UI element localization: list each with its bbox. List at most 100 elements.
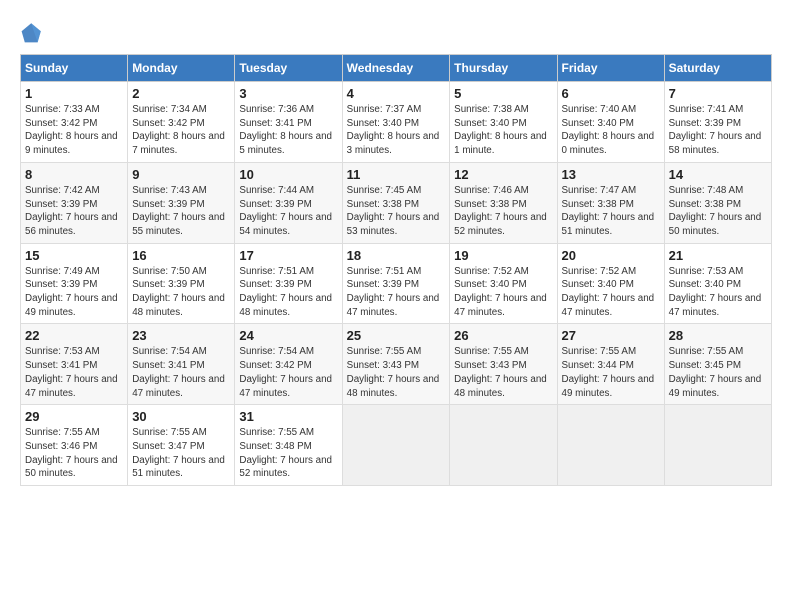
day-cell: 27 Sunrise: 7:55 AMSunset: 3:44 PMDaylig… bbox=[557, 324, 664, 405]
day-detail: Sunrise: 7:53 AMSunset: 3:41 PMDaylight:… bbox=[25, 346, 118, 398]
day-number: 28 bbox=[669, 328, 767, 343]
day-cell: 12 Sunrise: 7:46 AMSunset: 3:38 PMDaylig… bbox=[450, 162, 557, 243]
day-detail: Sunrise: 7:33 AMSunset: 3:42 PMDaylight:… bbox=[25, 104, 118, 156]
day-detail: Sunrise: 7:42 AMSunset: 3:39 PMDaylight:… bbox=[25, 185, 118, 237]
day-cell: 31 Sunrise: 7:55 AMSunset: 3:48 PMDaylig… bbox=[235, 405, 342, 486]
column-header-monday: Monday bbox=[128, 55, 235, 82]
day-detail: Sunrise: 7:36 AMSunset: 3:41 PMDaylight:… bbox=[239, 104, 332, 156]
week-row: 15 Sunrise: 7:49 AMSunset: 3:39 PMDaylig… bbox=[21, 243, 772, 324]
day-detail: Sunrise: 7:43 AMSunset: 3:39 PMDaylight:… bbox=[132, 185, 225, 237]
day-number: 18 bbox=[347, 248, 446, 263]
day-detail: Sunrise: 7:37 AMSunset: 3:40 PMDaylight:… bbox=[347, 104, 440, 156]
day-number: 27 bbox=[562, 328, 660, 343]
day-cell bbox=[664, 405, 771, 486]
day-detail: Sunrise: 7:52 AMSunset: 3:40 PMDaylight:… bbox=[454, 266, 547, 318]
day-number: 14 bbox=[669, 167, 767, 182]
day-detail: Sunrise: 7:45 AMSunset: 3:38 PMDaylight:… bbox=[347, 185, 440, 237]
column-header-wednesday: Wednesday bbox=[342, 55, 450, 82]
day-cell: 10 Sunrise: 7:44 AMSunset: 3:39 PMDaylig… bbox=[235, 162, 342, 243]
day-detail: Sunrise: 7:47 AMSunset: 3:38 PMDaylight:… bbox=[562, 185, 655, 237]
day-cell: 30 Sunrise: 7:55 AMSunset: 3:47 PMDaylig… bbox=[128, 405, 235, 486]
day-number: 12 bbox=[454, 167, 552, 182]
day-cell: 9 Sunrise: 7:43 AMSunset: 3:39 PMDayligh… bbox=[128, 162, 235, 243]
day-cell: 24 Sunrise: 7:54 AMSunset: 3:42 PMDaylig… bbox=[235, 324, 342, 405]
day-number: 20 bbox=[562, 248, 660, 263]
header-row: SundayMondayTuesdayWednesdayThursdayFrid… bbox=[21, 55, 772, 82]
day-detail: Sunrise: 7:54 AMSunset: 3:41 PMDaylight:… bbox=[132, 346, 225, 398]
day-detail: Sunrise: 7:55 AMSunset: 3:46 PMDaylight:… bbox=[25, 427, 118, 479]
logo bbox=[20, 20, 48, 44]
day-number: 3 bbox=[239, 86, 337, 101]
day-detail: Sunrise: 7:44 AMSunset: 3:39 PMDaylight:… bbox=[239, 185, 332, 237]
day-cell: 25 Sunrise: 7:55 AMSunset: 3:43 PMDaylig… bbox=[342, 324, 450, 405]
day-number: 17 bbox=[239, 248, 337, 263]
day-cell: 13 Sunrise: 7:47 AMSunset: 3:38 PMDaylig… bbox=[557, 162, 664, 243]
day-number: 21 bbox=[669, 248, 767, 263]
day-detail: Sunrise: 7:55 AMSunset: 3:43 PMDaylight:… bbox=[454, 346, 547, 398]
logo-icon bbox=[20, 20, 44, 44]
day-detail: Sunrise: 7:40 AMSunset: 3:40 PMDaylight:… bbox=[562, 104, 655, 156]
day-detail: Sunrise: 7:51 AMSunset: 3:39 PMDaylight:… bbox=[239, 266, 332, 318]
day-detail: Sunrise: 7:55 AMSunset: 3:48 PMDaylight:… bbox=[239, 427, 332, 479]
week-row: 1 Sunrise: 7:33 AMSunset: 3:42 PMDayligh… bbox=[21, 82, 772, 163]
day-number: 25 bbox=[347, 328, 446, 343]
day-cell: 21 Sunrise: 7:53 AMSunset: 3:40 PMDaylig… bbox=[664, 243, 771, 324]
day-cell: 18 Sunrise: 7:51 AMSunset: 3:39 PMDaylig… bbox=[342, 243, 450, 324]
day-number: 11 bbox=[347, 167, 446, 182]
day-detail: Sunrise: 7:46 AMSunset: 3:38 PMDaylight:… bbox=[454, 185, 547, 237]
day-detail: Sunrise: 7:54 AMSunset: 3:42 PMDaylight:… bbox=[239, 346, 332, 398]
day-number: 5 bbox=[454, 86, 552, 101]
day-number: 4 bbox=[347, 86, 446, 101]
day-cell: 1 Sunrise: 7:33 AMSunset: 3:42 PMDayligh… bbox=[21, 82, 128, 163]
day-cell: 2 Sunrise: 7:34 AMSunset: 3:42 PMDayligh… bbox=[128, 82, 235, 163]
day-number: 9 bbox=[132, 167, 230, 182]
day-number: 23 bbox=[132, 328, 230, 343]
day-cell: 14 Sunrise: 7:48 AMSunset: 3:38 PMDaylig… bbox=[664, 162, 771, 243]
day-detail: Sunrise: 7:52 AMSunset: 3:40 PMDaylight:… bbox=[562, 266, 655, 318]
day-cell: 26 Sunrise: 7:55 AMSunset: 3:43 PMDaylig… bbox=[450, 324, 557, 405]
day-detail: Sunrise: 7:53 AMSunset: 3:40 PMDaylight:… bbox=[669, 266, 762, 318]
day-detail: Sunrise: 7:34 AMSunset: 3:42 PMDaylight:… bbox=[132, 104, 225, 156]
day-cell: 22 Sunrise: 7:53 AMSunset: 3:41 PMDaylig… bbox=[21, 324, 128, 405]
day-detail: Sunrise: 7:38 AMSunset: 3:40 PMDaylight:… bbox=[454, 104, 547, 156]
calendar-body: 1 Sunrise: 7:33 AMSunset: 3:42 PMDayligh… bbox=[21, 82, 772, 486]
week-row: 29 Sunrise: 7:55 AMSunset: 3:46 PMDaylig… bbox=[21, 405, 772, 486]
day-number: 26 bbox=[454, 328, 552, 343]
day-cell: 11 Sunrise: 7:45 AMSunset: 3:38 PMDaylig… bbox=[342, 162, 450, 243]
day-cell: 19 Sunrise: 7:52 AMSunset: 3:40 PMDaylig… bbox=[450, 243, 557, 324]
day-detail: Sunrise: 7:49 AMSunset: 3:39 PMDaylight:… bbox=[25, 266, 118, 318]
day-cell: 16 Sunrise: 7:50 AMSunset: 3:39 PMDaylig… bbox=[128, 243, 235, 324]
column-header-sunday: Sunday bbox=[21, 55, 128, 82]
day-number: 2 bbox=[132, 86, 230, 101]
day-cell: 5 Sunrise: 7:38 AMSunset: 3:40 PMDayligh… bbox=[450, 82, 557, 163]
day-number: 22 bbox=[25, 328, 123, 343]
column-header-saturday: Saturday bbox=[664, 55, 771, 82]
day-number: 10 bbox=[239, 167, 337, 182]
day-number: 29 bbox=[25, 409, 123, 424]
day-cell: 8 Sunrise: 7:42 AMSunset: 3:39 PMDayligh… bbox=[21, 162, 128, 243]
week-row: 8 Sunrise: 7:42 AMSunset: 3:39 PMDayligh… bbox=[21, 162, 772, 243]
column-header-thursday: Thursday bbox=[450, 55, 557, 82]
day-cell: 15 Sunrise: 7:49 AMSunset: 3:39 PMDaylig… bbox=[21, 243, 128, 324]
header bbox=[20, 20, 772, 44]
day-number: 6 bbox=[562, 86, 660, 101]
day-number: 15 bbox=[25, 248, 123, 263]
calendar-header: SundayMondayTuesdayWednesdayThursdayFrid… bbox=[21, 55, 772, 82]
day-detail: Sunrise: 7:55 AMSunset: 3:43 PMDaylight:… bbox=[347, 346, 440, 398]
day-detail: Sunrise: 7:50 AMSunset: 3:39 PMDaylight:… bbox=[132, 266, 225, 318]
day-cell: 3 Sunrise: 7:36 AMSunset: 3:41 PMDayligh… bbox=[235, 82, 342, 163]
day-number: 24 bbox=[239, 328, 337, 343]
day-number: 7 bbox=[669, 86, 767, 101]
day-number: 16 bbox=[132, 248, 230, 263]
day-cell: 29 Sunrise: 7:55 AMSunset: 3:46 PMDaylig… bbox=[21, 405, 128, 486]
day-number: 30 bbox=[132, 409, 230, 424]
day-cell: 17 Sunrise: 7:51 AMSunset: 3:39 PMDaylig… bbox=[235, 243, 342, 324]
day-cell: 23 Sunrise: 7:54 AMSunset: 3:41 PMDaylig… bbox=[128, 324, 235, 405]
calendar-table: SundayMondayTuesdayWednesdayThursdayFrid… bbox=[20, 54, 772, 486]
day-detail: Sunrise: 7:41 AMSunset: 3:39 PMDaylight:… bbox=[669, 104, 762, 156]
day-cell: 7 Sunrise: 7:41 AMSunset: 3:39 PMDayligh… bbox=[664, 82, 771, 163]
day-detail: Sunrise: 7:55 AMSunset: 3:44 PMDaylight:… bbox=[562, 346, 655, 398]
day-number: 8 bbox=[25, 167, 123, 182]
day-cell: 6 Sunrise: 7:40 AMSunset: 3:40 PMDayligh… bbox=[557, 82, 664, 163]
day-cell bbox=[342, 405, 450, 486]
